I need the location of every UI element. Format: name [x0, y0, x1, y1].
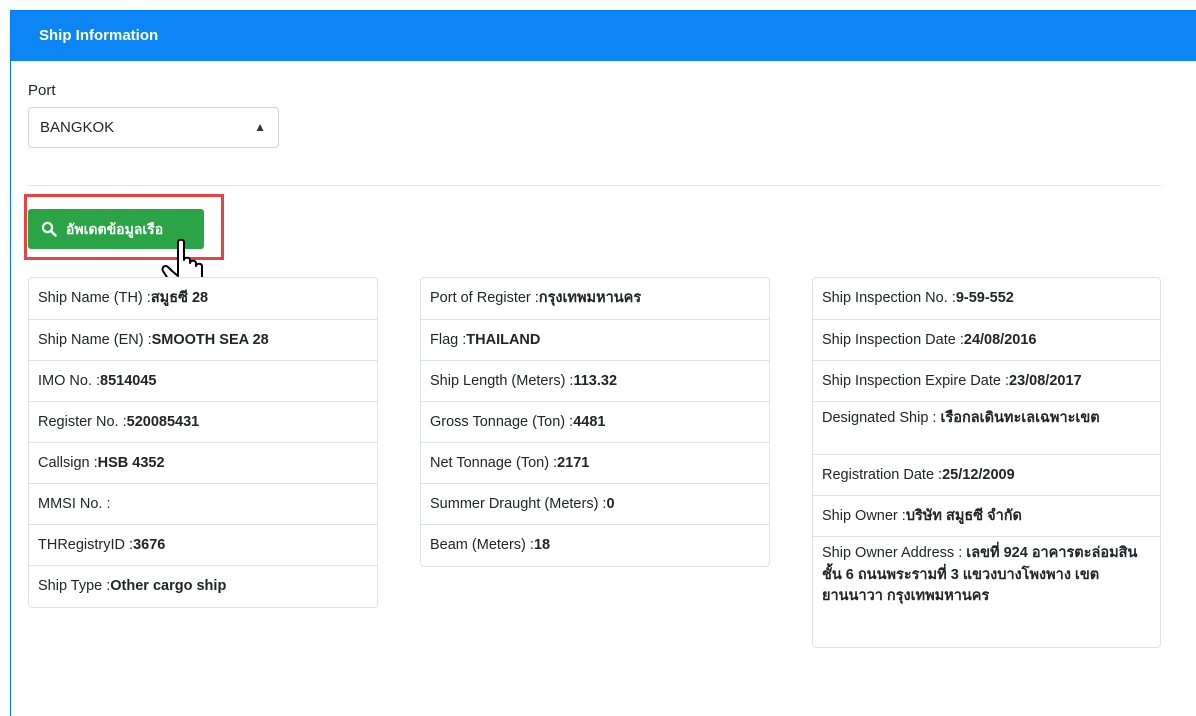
port-select-value: BANGKOK — [40, 119, 115, 136]
list-item: Flag : THAILAND — [421, 320, 769, 361]
search-icon — [41, 221, 57, 237]
list-item: Beam (Meters) : 18 — [430, 537, 551, 553]
list-item: THRegistryID : 3676 — [29, 525, 377, 566]
list-item: Ship Name (TH) : สมูธซี 28 — [29, 278, 377, 320]
list-item: Ship Owner : บริษัท สมูธซี จำกัด — [813, 496, 1160, 537]
list-item: Ship Inspection Date : 24/08/2016 — [813, 320, 1160, 361]
ship-details-list-3: Ship Inspection No. : 9-59-552 Ship Insp… — [812, 277, 1161, 648]
card-header-title: Ship Information — [11, 11, 1196, 61]
list-item: Ship Owner Address : เลขที่ 924 อาคารตะล… — [822, 545, 1138, 604]
list-item: Gross Tonnage (Ton) : 4481 — [421, 402, 769, 443]
list-item: Ship Inspection No. : 9-59-552 — [813, 278, 1160, 320]
select-updown-icon: ▲ — [254, 120, 266, 134]
list-item: MMSI No. : — [29, 484, 377, 525]
list-item: Ship Name (EN) : SMOOTH SEA 28 — [29, 320, 377, 361]
list-item: Summer Draught (Meters) : 0 — [421, 484, 769, 525]
port-label: Port — [28, 82, 56, 99]
list-item: Designated Ship : เรือกลเดินทะเลเฉพาะเขต — [813, 402, 1160, 455]
ship-details-list-1: Ship Name (TH) : สมูธซี 28 Ship Name (EN… — [28, 277, 378, 608]
list-item: Registration Date : 25/12/2009 — [813, 455, 1160, 496]
list-item: Callsign : HSB 4352 — [29, 443, 377, 484]
list-item: Ship Type : Other cargo ship — [38, 578, 227, 594]
list-item: Ship Length (Meters) : 113.32 — [421, 361, 769, 402]
top-strip — [0, 0, 1196, 10]
list-item: IMO No. : 8514045 — [29, 361, 377, 402]
list-item: Net Tonnage (Ton) : 2171 — [421, 443, 769, 484]
update-button-label: อัพเดตข้อมูลเรือ — [66, 221, 164, 237]
divider — [28, 185, 1161, 186]
list-item: Ship Inspection Expire Date : 23/08/2017 — [813, 361, 1160, 402]
port-select[interactable]: BANGKOK ▲ — [28, 107, 279, 148]
list-item: Register No. : 520085431 — [29, 402, 377, 443]
ship-details-list-2: Port of Register : กรุงเทพมหานคร Flag : … — [420, 277, 770, 567]
list-item: Port of Register : กรุงเทพมหานคร — [421, 278, 769, 320]
